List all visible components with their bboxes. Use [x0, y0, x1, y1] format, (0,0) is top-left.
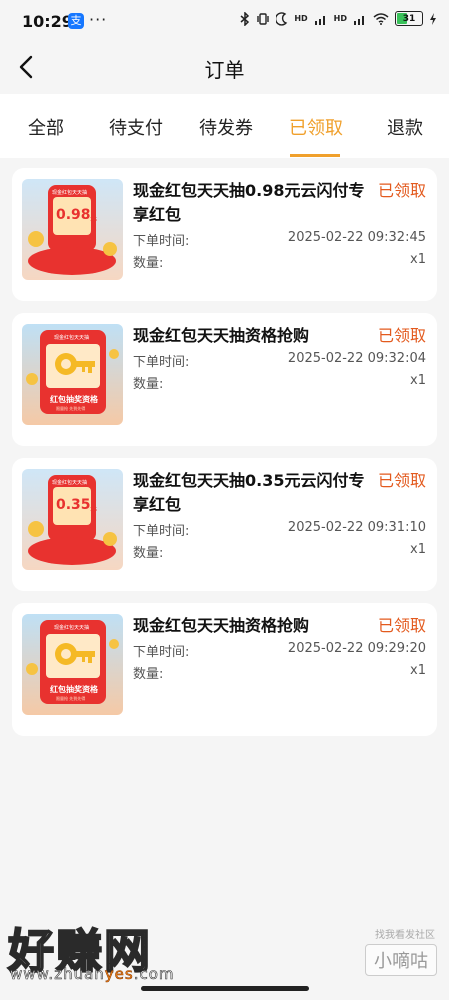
status-badge: 已领取	[377, 616, 426, 635]
order-title: 现金红包天天抽0.98元云闪付专享红包	[133, 181, 365, 224]
bluetooth-icon	[240, 11, 250, 26]
tab-refund[interactable]: 退款	[387, 114, 423, 140]
tab-pending-payment[interactable]: 待支付	[109, 114, 163, 140]
signal-icon-2	[354, 15, 364, 25]
product-thumbnail: 现金红包天天抽 红包抽奖资格 限量抢 先到先得	[22, 324, 123, 425]
tab-received[interactable]: 已领取	[289, 114, 343, 140]
thumbnail-subcaption: 限量抢 先到先得	[56, 696, 86, 701]
status-icons: HD HD 31	[240, 11, 437, 26]
tab-all[interactable]: 全部	[28, 114, 64, 140]
moon-icon	[276, 11, 288, 26]
thumbnail-caption: 现金红包天天抽	[52, 190, 88, 196]
signal-hd-label: HD	[294, 14, 308, 23]
order-card[interactable]: 现金红包天天抽 红包抽奖资格 限量抢 先到先得 现金红包天天抽资格抢购 已领取 …	[12, 603, 437, 736]
order-card[interactable]: 现金红包天天抽 0.98 元 现金红包天天抽0.98元云闪付专享红包 已领取 下…	[12, 168, 437, 301]
status-bar: 10:29 支 ··· HD HD 31	[0, 0, 449, 42]
thumbnail-subcaption: 限量抢 先到先得	[56, 406, 86, 411]
vibrate-icon	[257, 12, 270, 25]
watermark-url-part-c: .com	[133, 965, 175, 984]
order-time-label: 下单时间:	[133, 355, 190, 370]
quantity-value: x1	[410, 542, 426, 557]
watermark-url-part-b: yes	[104, 965, 134, 984]
alipay-notification-icon: 支	[68, 13, 84, 29]
product-thumbnail: 现金红包天天抽 0.98 元	[22, 179, 123, 280]
quantity-value: x1	[410, 373, 426, 388]
quantity-value: x1	[410, 252, 426, 267]
thumbnail-caption: 现金红包天天抽	[52, 480, 88, 486]
status-badge: 已领取	[377, 181, 426, 200]
watermark-badge: 小嘀咕	[365, 944, 437, 976]
watermark-url: www.zhuanyes.com	[10, 965, 175, 984]
charging-icon	[430, 12, 436, 25]
product-thumbnail: 现金红包天天抽 红包抽奖资格 限量抢 先到先得	[22, 614, 123, 715]
thumbnail-caption: 现金红包天天抽	[54, 335, 90, 341]
signal-hd-label-2: HD	[333, 14, 347, 23]
battery-level: 31	[402, 13, 416, 24]
order-time-value: 2025-02-22 09:32:45	[287, 230, 426, 245]
order-time-label: 下单时间:	[133, 524, 190, 539]
thumbnail-caption: 现金红包天天抽	[54, 625, 90, 631]
active-tab-indicator	[290, 154, 340, 157]
thumbnail-amount: 0.98	[56, 207, 91, 223]
thumbnail-banner: 红包抽奖资格	[50, 395, 98, 404]
quantity-label: 数量:	[133, 256, 164, 271]
nav-bar: 订单	[0, 42, 449, 94]
thumbnail-unit: 元	[90, 214, 97, 222]
order-card[interactable]: 现金红包天天抽 红包抽奖资格 限量抢 先到先得 现金红包天天抽资格抢购 已领取 …	[12, 313, 437, 446]
more-notifications-icon: ···	[89, 10, 108, 29]
battery-icon: 31	[395, 11, 423, 26]
order-time-value: 2025-02-22 09:32:04	[287, 351, 426, 366]
signal-icon	[314, 15, 325, 25]
status-time: 10:29	[22, 12, 73, 31]
thumbnail-unit: 元	[90, 504, 97, 512]
order-title: 现金红包天天抽0.35元云闪付专享红包	[133, 471, 365, 514]
thumbnail-amount: 0.35	[56, 497, 91, 513]
status-badge: 已领取	[377, 326, 426, 345]
home-indicator[interactable]	[141, 986, 309, 991]
order-time-value: 2025-02-22 09:31:10	[287, 520, 426, 535]
watermark-url-part-a: www.zhuan	[10, 965, 105, 984]
quantity-label: 数量:	[133, 546, 164, 561]
order-title: 现金红包天天抽资格抢购	[133, 616, 310, 635]
order-time-value: 2025-02-22 09:29:20	[287, 641, 426, 656]
thumbnail-banner: 红包抽奖资格	[50, 685, 98, 694]
quantity-label: 数量:	[133, 667, 164, 682]
tab-pending-coupon[interactable]: 待发券	[199, 114, 253, 140]
order-time-label: 下单时间:	[133, 645, 190, 660]
order-title: 现金红包天天抽资格抢购	[133, 326, 310, 345]
status-badge: 已领取	[377, 471, 426, 490]
quantity-value: x1	[410, 663, 426, 678]
order-tabs: 全部 待支付 待发券 已领取 退款	[0, 94, 449, 158]
order-time-label: 下单时间:	[133, 234, 190, 249]
watermark-caption: 找我看发社区	[375, 930, 435, 941]
quantity-label: 数量:	[133, 377, 164, 392]
page-title: 订单	[204, 58, 245, 82]
order-card[interactable]: 现金红包天天抽 0.35 元 现金红包天天抽0.35元云闪付专享红包 已领取 下…	[12, 458, 437, 591]
wifi-icon	[373, 12, 389, 25]
product-thumbnail: 现金红包天天抽 0.35 元	[22, 469, 123, 570]
